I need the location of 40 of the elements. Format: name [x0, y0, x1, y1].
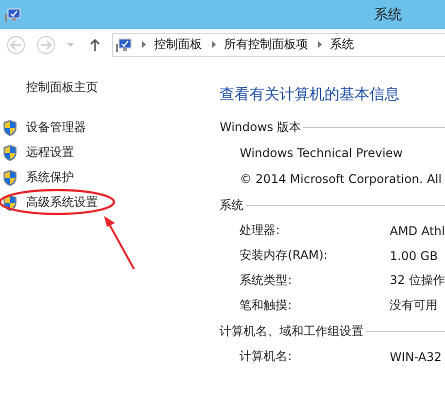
computer-icon [116, 38, 132, 52]
sidebar-link[interactable]: 远程设置 [26, 144, 74, 161]
field-value: WIN-A32 [390, 350, 442, 364]
address-bar[interactable]: 控制面板 所有控制面板项 系统 [112, 32, 445, 56]
breadcrumb[interactable]: 控制面板 [154, 36, 202, 53]
right-arrow-icon [40, 40, 52, 50]
breadcrumb[interactable]: 系统 [330, 36, 354, 53]
field-label: 计算机名: [240, 348, 293, 365]
chevron-icon [212, 41, 216, 48]
field-label: 笔和触摸: [240, 297, 293, 314]
caret-icon[interactable] [67, 42, 74, 46]
section-title: 计算机名、域和工作组设置 [220, 322, 364, 340]
back-button[interactable] [7, 36, 25, 54]
chevron-icon [318, 41, 322, 48]
shield-icon [3, 144, 17, 160]
field-value: 没有可用 [390, 297, 438, 314]
sidebar-link[interactable]: 设备管理器 [26, 119, 86, 136]
field-value: AMD Athl [390, 224, 445, 238]
chevron-icon [142, 41, 146, 48]
shield-icon [3, 120, 17, 136]
info-text: © 2014 Microsoft Corporation. All [240, 171, 442, 188]
sidebar-link[interactable]: 系统保护 [26, 169, 74, 186]
sidebar-link[interactable]: 控制面板主页 [26, 79, 98, 96]
info-text: Windows Technical Preview [240, 145, 403, 162]
breadcrumb[interactable]: 所有控制面板项 [224, 36, 308, 53]
field-label: 处理器: [240, 222, 281, 239]
annotation-arrow [102, 216, 136, 270]
shield-icon [3, 170, 17, 186]
forward-button[interactable] [37, 36, 55, 54]
up-arrow-icon[interactable] [90, 38, 100, 50]
field-label: 安装内存(RAM): [240, 247, 329, 264]
page-heading: 查看有关计算机的基本信息 [220, 85, 400, 104]
field-value: 1.00 GB [390, 248, 438, 262]
field-label: 系统类型: [240, 272, 293, 289]
field-value: 32 位操作 [390, 272, 445, 289]
section-title: 系统 [220, 196, 244, 214]
left-arrow-icon [10, 40, 22, 50]
window-title: 系统 [374, 6, 402, 24]
computer-icon [5, 8, 21, 22]
section-title: Windows 版本 [220, 118, 302, 136]
